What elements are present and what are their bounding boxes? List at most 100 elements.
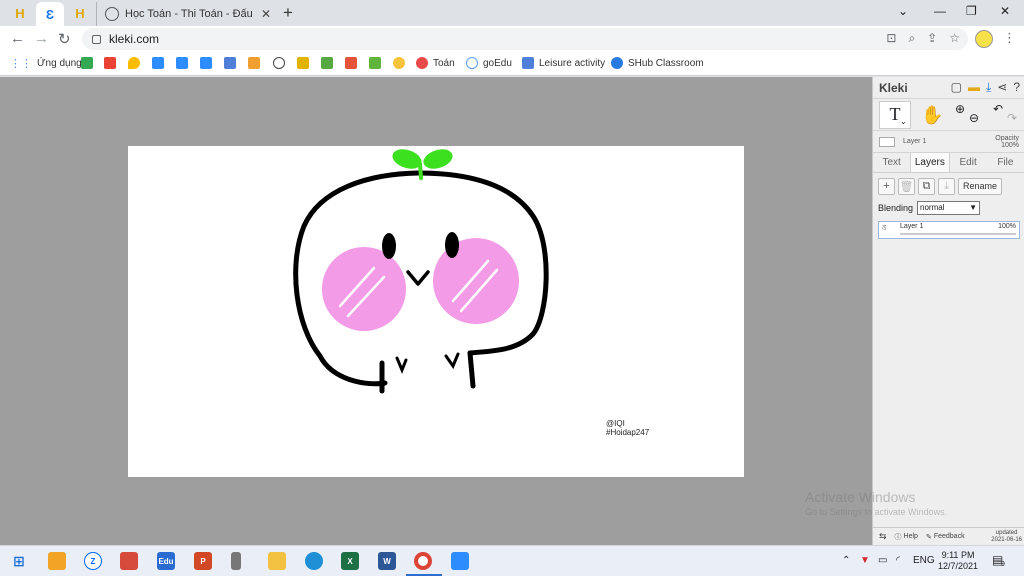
meet-icon[interactable] (81, 57, 93, 69)
smiley-bookmark-icon[interactable] (393, 57, 405, 69)
h-bookmark-icon[interactable] (297, 57, 309, 69)
green-bookmark-icon[interactable] (369, 57, 381, 69)
drawing-canvas[interactable]: @IQI #Hoidap247 (128, 146, 744, 477)
new-tab-button[interactable]: + (283, 3, 293, 23)
zoom-icon[interactable]: ⌕ (908, 31, 915, 46)
calendar-bookmark-icon[interactable] (248, 57, 260, 69)
gmail-icon[interactable] (104, 57, 116, 69)
left-cheek (322, 247, 406, 331)
taskbar-chrome-icon[interactable] (414, 552, 432, 570)
taskbar-zalo-icon[interactable]: Z (84, 552, 102, 570)
taskbar-word-icon[interactable]: W (378, 552, 396, 570)
zoom-out-icon[interactable]: ⊖ (969, 111, 979, 125)
translate-bookmark-icon[interactable] (224, 57, 236, 69)
tab-kleki-icon[interactable]: Ɛ (36, 2, 64, 26)
delete-layer-button[interactable]: 🗑 (898, 177, 915, 195)
back-button[interactable]: ← (10, 30, 25, 47)
clock-date: 12/7/2021 (938, 561, 979, 571)
forward-button[interactable]: → (34, 30, 49, 47)
tab-hoc-toan[interactable]: Học Toán - Thi Toán - Đấu trường ✕ (96, 2, 274, 26)
swap-icon[interactable]: ⇆ (879, 531, 887, 542)
tool-dropdown-icon[interactable]: ⌄ (900, 117, 907, 126)
tab-file[interactable]: File (987, 153, 1024, 172)
battery-icon[interactable]: ▭ (878, 555, 887, 566)
e-bookmark-icon[interactable] (345, 57, 357, 69)
taskbar-zoom-icon[interactable] (451, 552, 469, 570)
tab-layers[interactable]: Layers (910, 153, 950, 172)
redo-icon[interactable]: ↷ (1007, 111, 1017, 125)
blending-select[interactable]: normal ▼ (917, 201, 981, 215)
hand-tool-icon[interactable]: ✋ (921, 105, 943, 126)
maps-icon[interactable] (128, 57, 140, 69)
taskbar-powerpoint-icon[interactable]: P (194, 552, 212, 570)
undo-icon[interactable]: ↶ (993, 102, 1003, 116)
share-icon[interactable]: ⋖ (997, 80, 1007, 95)
bookmark-star-icon[interactable]: ☆ (949, 31, 960, 46)
shub-icon (611, 57, 623, 69)
tab-hoc2-icon[interactable]: H (66, 3, 94, 23)
language-indicator[interactable]: ENG (913, 555, 935, 566)
tab-search-icon[interactable]: ⌄ (898, 4, 908, 18)
tray-v-icon[interactable]: ▼ (860, 555, 870, 566)
layer-preview-thumbnail (879, 136, 895, 147)
zoom-bookmark-icon[interactable] (176, 57, 188, 69)
layer-item[interactable]: ᘔ Layer 1 100% (878, 221, 1020, 239)
close-tab-icon[interactable]: ✕ (261, 7, 271, 21)
lock-icon (92, 34, 101, 44)
tree-bookmark-icon[interactable] (321, 57, 333, 69)
help-button[interactable]: ⓘ Help (895, 532, 918, 542)
tray-expand-icon[interactable]: ⌃ (842, 555, 850, 566)
tab-strip: H Ɛ H Học Toán - Thi Toán - Đấu trường ✕… (0, 0, 1024, 26)
bookmark-toan[interactable]: Toán (416, 57, 455, 69)
panel-footer: ⇆ ⓘ Help ✎ Feedback updated 2021-06-16 (873, 527, 1024, 545)
profile-avatar[interactable] (975, 30, 993, 48)
taskbar-clock[interactable]: 9:11 PM 12/7/2021 (938, 550, 978, 572)
taskbar-edu-icon[interactable]: Edu (157, 552, 175, 570)
wifi-icon[interactable]: ◜ (896, 555, 900, 566)
tab-text[interactable]: Text (873, 153, 910, 172)
bookmark-goedu[interactable]: goEdu (466, 57, 512, 69)
merge-down-button[interactable]: ⤓ (938, 177, 955, 195)
translate-icon[interactable]: ⊡ (886, 31, 896, 46)
bookmark-apps[interactable]: ⋮⋮ Ứng dụng (10, 57, 82, 70)
restore-button[interactable]: ❐ (966, 4, 977, 18)
download-icon[interactable]: ⤓ (986, 80, 991, 95)
tab-title: Học Toán - Thi Toán - Đấu trường (125, 8, 253, 20)
layer-name: Layer 1 (900, 223, 924, 230)
layer-preview-bar[interactable]: Layer 1 Opacity 100% (873, 131, 1024, 153)
duplicate-layer-button[interactable]: ⧉ (918, 177, 935, 195)
drawing-workspace[interactable]: @IQI #Hoidap247 (0, 77, 872, 545)
bookmarks-bar: ⋮⋮ Ứng dụng Toán goEdu Leisure activity … (0, 52, 1024, 76)
import-icon[interactable]: ▬ (968, 80, 980, 95)
layer-opacity-slider[interactable] (900, 233, 1016, 235)
taskbar-notes-icon[interactable] (48, 552, 66, 570)
address-bar[interactable]: kleki.com ⊡ ⌕ ⇪ ☆ (82, 28, 968, 50)
taskbar-phone-icon[interactable] (231, 552, 241, 570)
zoom-in-icon[interactable]: ⊕ (955, 102, 965, 116)
taskbar-excel-icon[interactable]: X (341, 552, 359, 570)
help-icon[interactable]: ? (1013, 80, 1020, 95)
new-image-icon[interactable]: ▢ (951, 80, 962, 95)
browser-menu-icon[interactable]: ⋮ (1003, 30, 1016, 46)
feedback-button[interactable]: ✎ Feedback (926, 533, 965, 541)
taskbar-edge-icon[interactable] (305, 552, 323, 570)
taskbar-folder-icon[interactable] (268, 552, 286, 570)
close-window-button[interactable]: ✕ (1000, 4, 1010, 18)
feedback-icon: ✎ (925, 533, 932, 541)
share-icon[interactable]: ⇪ (927, 31, 937, 46)
reload-button[interactable]: ↻ (58, 30, 71, 48)
tab-hoc-icon[interactable]: H (6, 3, 34, 23)
add-layer-button[interactable]: + (878, 177, 895, 195)
stopwatch-bookmark-icon[interactable] (273, 57, 285, 69)
tab-edit[interactable]: Edit (950, 153, 987, 172)
rename-layer-button[interactable]: Rename (958, 177, 1003, 195)
minimize-button[interactable]: — (934, 4, 946, 18)
taskbar-app-icon[interactable] (120, 552, 138, 570)
bookmark-shub[interactable]: SHub Classroom (611, 57, 704, 69)
bookmark-leisure[interactable]: Leisure activity (522, 57, 605, 69)
layer-controls: + 🗑 ⧉ ⤓ Rename (873, 173, 1024, 199)
translate-icon (522, 57, 534, 69)
zoom-bookmark-icon[interactable] (200, 57, 212, 69)
zoom-bookmark-icon[interactable] (152, 57, 164, 69)
start-windows-icon[interactable]: ⊞ (10, 552, 28, 570)
